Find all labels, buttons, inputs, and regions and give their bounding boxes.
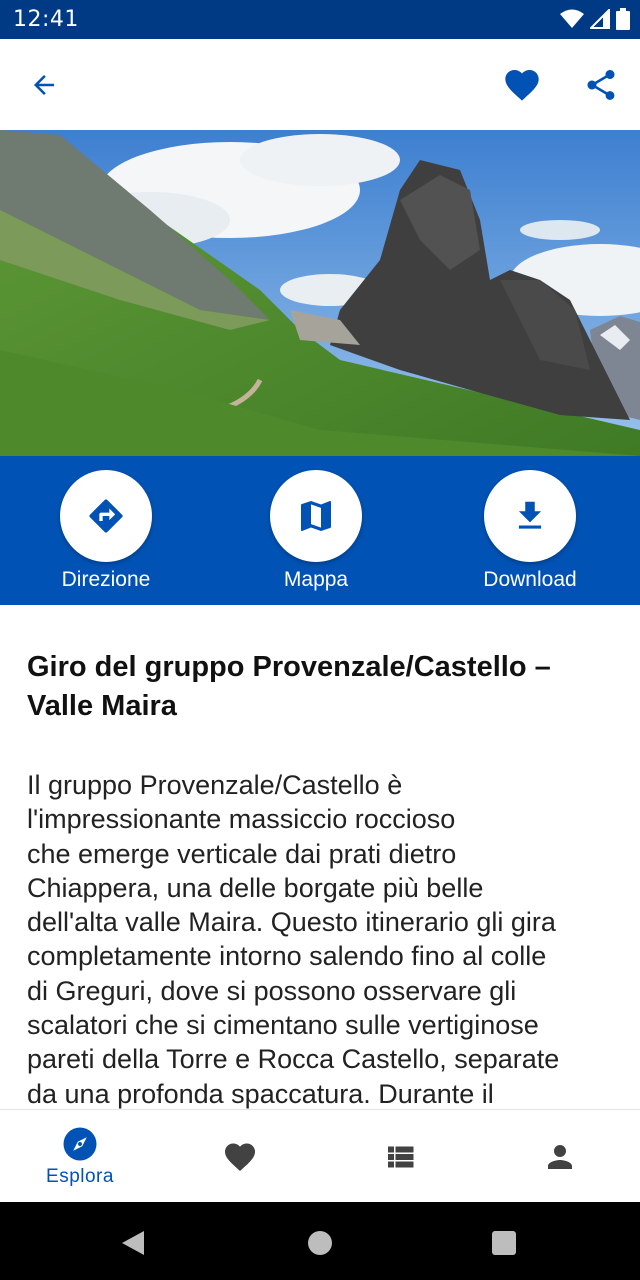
description-line: Il gruppo Provenzale/Castello è [27, 770, 403, 800]
person-icon [548, 1144, 572, 1169]
description-line: da una profonda spaccatura. Durante il [27, 1078, 494, 1109]
description-line: l'impressionante massiccio roccioso [27, 804, 456, 835]
back-triangle-icon[interactable] [118, 1228, 148, 1258]
share-icon [587, 70, 615, 100]
signal-icon [590, 9, 610, 29]
nav-item-list[interactable] [320, 1110, 480, 1203]
wifi-icon [560, 9, 584, 28]
description-line: scalatori che si cimentano sulle vertigi… [27, 1010, 539, 1041]
status-time: 12:41 [13, 7, 79, 32]
description-line: dell'alta valle Maira. Questo itinerario… [27, 907, 556, 938]
direction-label: Direzione [61, 568, 151, 591]
download-action[interactable]: Download [450, 470, 610, 592]
description-line: completamente intorno salendo fino al co… [27, 941, 547, 972]
nav-label-explore: Esplora [46, 1166, 114, 1187]
back-button[interactable] [22, 63, 66, 107]
system-navigation-bar [0, 1202, 640, 1280]
map-button[interactable] [270, 470, 362, 562]
nav-item-explore[interactable]: Esplora [0, 1110, 160, 1203]
route-title-line: Giro del gruppo Provenzale/Castello – [27, 651, 551, 683]
route-photo [0, 130, 640, 456]
route-title: Giro del gruppo Provenzale/Castello – Va… [27, 648, 617, 726]
direction-button[interactable] [60, 470, 152, 562]
share-button[interactable] [579, 63, 623, 107]
description-line: di Greguri, dove si possono osservare gl… [27, 975, 517, 1006]
bottom-navigation: Esplora [0, 1109, 640, 1203]
mountain-landscape-image [0, 130, 640, 456]
nav-item-profile[interactable] [480, 1110, 640, 1203]
nav-item-favorites[interactable] [160, 1110, 320, 1203]
battery-icon [616, 8, 630, 30]
compass-icon [63, 1127, 97, 1161]
description-line: Chiappera, una delle borgate più belle [27, 872, 484, 903]
direction-action[interactable]: Direzione [26, 470, 186, 592]
recents-square-icon[interactable] [491, 1230, 517, 1256]
route-description: Il gruppo Provenzale/Castello è l'impres… [27, 768, 617, 1110]
map-icon [301, 501, 331, 531]
download-button[interactable] [484, 470, 576, 562]
map-label: Mappa [283, 568, 349, 591]
description-line: che emerge verticale dai prati dietro [27, 838, 457, 869]
route-title-line: Valle Maira [27, 690, 177, 722]
list-icon [388, 1146, 414, 1167]
arrow-back-icon [34, 75, 54, 95]
download-label: Download [483, 568, 577, 591]
download-icon [518, 501, 542, 529]
map-action[interactable]: Mappa [236, 470, 396, 592]
directions-icon [89, 499, 123, 533]
app-bar [0, 39, 640, 130]
status-icons [560, 8, 630, 30]
favorite-button[interactable] [500, 63, 544, 107]
heart-icon [505, 70, 539, 101]
heart-icon [225, 1143, 255, 1171]
home-circle-icon[interactable] [306, 1229, 334, 1257]
description-line: pareti della Torre e Rocca Castello, sep… [27, 1044, 560, 1075]
action-bar: Direzione Mappa Download [0, 456, 640, 605]
status-bar: 12:41 [0, 0, 640, 39]
